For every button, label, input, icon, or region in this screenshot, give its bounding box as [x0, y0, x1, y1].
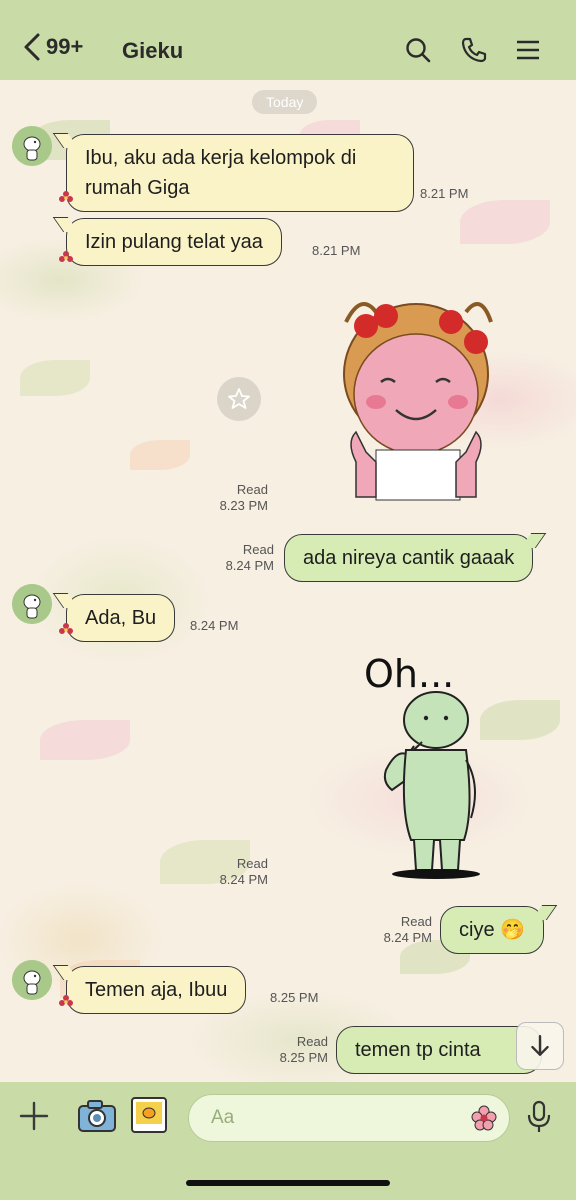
home-indicator — [186, 1180, 390, 1186]
message-bubble-incoming[interactable]: Temen aja, Ibuu — [66, 966, 247, 1014]
message-bubble-outgoing[interactable]: temen tp cinta — [336, 1026, 542, 1074]
message-bubble-incoming[interactable]: Ibu, aku ada kerja kelompok di rumah Gig… — [66, 134, 414, 212]
unread-count: 99+ — [46, 34, 84, 59]
chat-header: 99+ Gieku — [0, 0, 576, 80]
flower-decoration-icon — [59, 995, 73, 1006]
read-receipt: Read — [236, 856, 268, 871]
read-receipt: Read — [236, 482, 268, 497]
search-icon[interactable] — [404, 36, 432, 64]
arrow-down-icon — [531, 1035, 549, 1056]
character-icon — [383, 691, 480, 879]
message-input[interactable] — [188, 1094, 510, 1142]
avatar[interactable] — [12, 960, 52, 1000]
message-bubble-outgoing[interactable]: ada nireya cantik gaaak — [284, 534, 534, 582]
menu-icon[interactable] — [514, 36, 542, 64]
message-text: Izin pulang telat yaa — [85, 231, 263, 253]
message-time: 8.25 PM — [279, 1050, 328, 1065]
back-button[interactable]: 99+ — [22, 32, 83, 62]
message-time: 8.21 PM — [312, 243, 361, 258]
phone-icon[interactable] — [460, 36, 488, 64]
flower-emoji-icon[interactable] — [470, 1104, 498, 1132]
flower-decoration-icon — [59, 251, 73, 262]
message-bubble-incoming[interactable]: Ada, Bu — [66, 594, 176, 642]
message-bubble-incoming[interactable]: Izin pulang telat yaa — [66, 218, 282, 266]
date-chip: Today — [252, 90, 318, 114]
flower-decoration-icon — [59, 191, 73, 202]
chevron-left-icon — [24, 33, 40, 61]
message-time: 8.23 PM — [219, 498, 268, 513]
message-text: Ada, Bu — [85, 607, 157, 629]
camera-icon[interactable] — [76, 1098, 118, 1134]
scroll-to-bottom-button[interactable] — [516, 1022, 564, 1070]
message-time: 8.21 PM — [420, 186, 469, 201]
message-time: 8.24 PM — [225, 558, 274, 573]
message-text: ada nireya cantik gaaak — [303, 547, 515, 569]
chat-title: Gieku — [122, 38, 184, 63]
message-text: temen tp cinta — [355, 1039, 481, 1061]
message-text: ciye 🤭 — [459, 919, 526, 941]
microphone-icon[interactable] — [524, 1100, 554, 1134]
message-text: Ibu, aku ada kerja kelompok di — [85, 147, 357, 169]
read-receipt: Read — [242, 542, 274, 557]
plus-icon[interactable] — [18, 1100, 50, 1132]
read-receipt: Read — [296, 1034, 328, 1049]
read-receipt: Read — [400, 914, 432, 929]
message-time: 8.24 PM — [219, 872, 268, 887]
avatar[interactable] — [12, 584, 52, 624]
oh-sticker[interactable]: Oh... — [356, 650, 506, 880]
flower-decoration-icon — [59, 623, 73, 634]
avatar[interactable] — [12, 126, 52, 166]
message-bubble-outgoing[interactable]: ciye 🤭 — [440, 906, 545, 954]
message-time: 8.25 PM — [270, 990, 319, 1005]
message-time: 8.24 PM — [383, 930, 432, 945]
message-time: 8.24 PM — [190, 618, 239, 633]
message-text: rumah Giga — [85, 177, 190, 199]
message-text: Temen aja, Ibuu — [85, 979, 228, 1001]
gallery-icon[interactable] — [130, 1096, 168, 1134]
favorite-sticker-button[interactable] — [217, 377, 261, 421]
star-icon — [228, 388, 250, 409]
girl-thumbs-up-sticker[interactable] — [316, 282, 516, 514]
